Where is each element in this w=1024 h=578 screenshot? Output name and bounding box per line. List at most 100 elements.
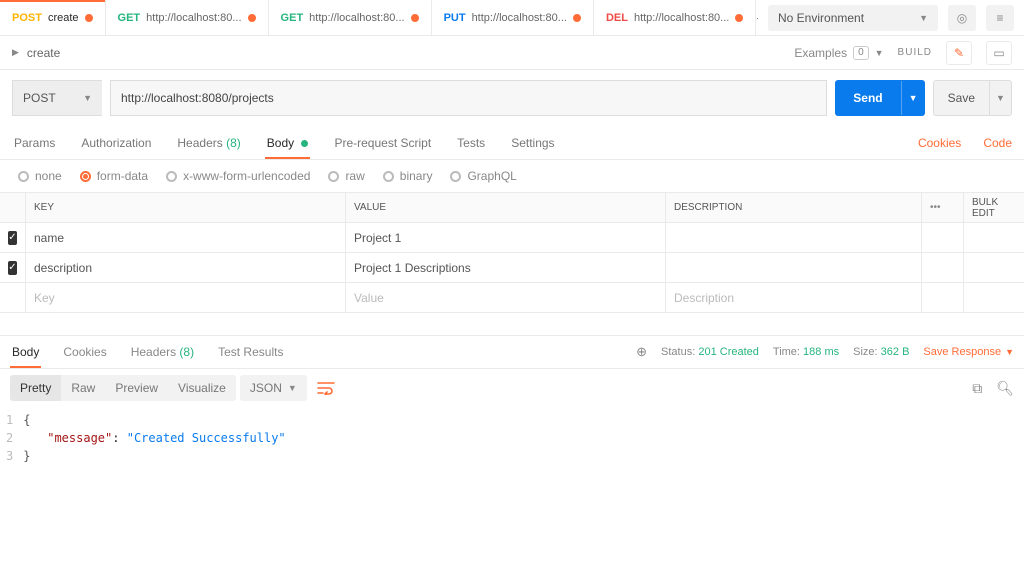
copy-button[interactable]: ⧉ [972,380,982,397]
radio-icon [80,171,91,182]
tab-get-2[interactable]: GET http://localhost:80... [269,0,432,35]
table-options-button[interactable]: ••• [922,193,964,222]
unsaved-dot-icon [573,14,581,22]
resp-tab-headers[interactable]: Headers (8) [129,345,196,359]
col-description: Description [666,193,922,222]
eye-icon: ◎ [957,11,967,25]
code-link[interactable]: Code [983,136,1012,150]
table-row: ✓ name Project 1 [0,223,1024,253]
body-type-raw[interactable]: raw [328,169,364,183]
tab-del[interactable]: DEL http://localhost:80... [594,0,756,35]
table-header: Key Value Description ••• Bulk Edit [0,193,1024,223]
method-label: POST [12,12,42,24]
tab-get-1[interactable]: GET http://localhost:80... [106,0,269,35]
examples-count: 0 [853,46,869,60]
resp-tab-tests[interactable]: Test Results [216,345,285,359]
bulk-edit-link[interactable]: Bulk Edit [964,193,1024,222]
save-button[interactable]: Save ▼ [933,80,1012,116]
request-subtabs: Params Authorization Headers (8) Body Pr… [0,126,1024,160]
subtab-headers[interactable]: Headers (8) [175,136,242,150]
cookies-link[interactable]: Cookies [918,136,961,150]
save-dropdown[interactable]: ▼ [989,81,1011,115]
request-tabs: POST create GET http://localhost:80... G… [0,0,758,35]
body-type-none[interactable]: none [18,169,62,183]
request-actions: Examples 0 ▼ BUILD ✎ ▭ [794,41,1012,65]
cell-value[interactable]: Project 1 Descriptions [346,253,666,282]
examples-button[interactable]: Examples 0 ▼ [794,46,883,60]
wrap-lines-button[interactable] [311,374,341,402]
row-checkbox[interactable]: ✓ [0,223,26,252]
body-type-selector: none form-data x-www-form-urlencoded raw… [0,160,1024,192]
headers-count: (8) [226,136,241,150]
url-bar: POST ▼ http://localhost:8080/projects Se… [0,70,1024,126]
unsaved-dot-icon [248,14,256,22]
tab-create[interactable]: POST create [0,0,106,35]
radio-icon [166,171,177,182]
cell-key[interactable]: description [26,253,346,282]
globe-icon[interactable]: ⊕ [636,344,647,360]
chevron-down-icon: ▼ [875,48,884,58]
sliders-icon: ≡ [996,11,1003,25]
breadcrumb-row: ▶ create Examples 0 ▼ BUILD ✎ ▭ [0,36,1024,70]
view-preview[interactable]: Preview [105,375,168,401]
env-quicklook-button[interactable]: ◎ [948,5,976,31]
subtab-body[interactable]: Body [265,136,311,150]
view-pretty[interactable]: Pretty [10,375,61,401]
cell-key-new[interactable]: Key [26,283,346,312]
cell-desc[interactable] [666,253,922,282]
subtab-prerequest[interactable]: Pre-request Script [332,136,433,150]
subtab-params[interactable]: Params [12,136,57,150]
search-button[interactable]: 🔍︎ [996,380,1014,397]
copy-icon: ⧉ [972,380,982,396]
resp-tab-body[interactable]: Body [10,345,41,359]
col-key: Key [26,193,346,222]
body-type-binary[interactable]: binary [383,169,433,183]
resp-headers-count: (8) [179,345,194,359]
comment-icon: ▭ [993,46,1004,60]
line-gutter: 123 [6,411,23,465]
method-select[interactable]: POST ▼ [12,80,102,116]
body-type-xwww[interactable]: x-www-form-urlencoded [166,169,310,183]
format-select[interactable]: JSON ▼ [240,375,307,401]
radio-icon [383,171,394,182]
table-row: ✓ description Project 1 Descriptions [0,253,1024,283]
subtab-tests[interactable]: Tests [455,136,487,150]
resp-tab-cookies[interactable]: Cookies [61,345,108,359]
cell-value-new[interactable]: Value [346,283,666,312]
settings-button[interactable]: ≡ [986,5,1014,31]
send-dropdown[interactable]: ▼ [901,81,925,115]
view-visualize[interactable]: Visualize [168,375,236,401]
chevron-down-icon: ▼ [909,93,918,103]
response-meta: ⊕ Status: 201 Created Time: 188 ms Size:… [636,344,1014,360]
body-type-formdata[interactable]: form-data [80,169,148,183]
url-input[interactable]: http://localhost:8080/projects [110,80,827,116]
save-response-button[interactable]: Save Response▼ [923,346,1014,358]
search-icon: 🔍︎ [996,380,1014,396]
radio-icon [450,171,461,182]
body-type-graphql[interactable]: GraphQL [450,169,516,183]
tab-label: http://localhost:80... [309,12,404,24]
environment-select[interactable]: No Environment ▼ [768,5,938,31]
status-value: 201 Created [698,346,759,358]
chevron-down-icon: ▼ [996,93,1005,103]
tab-label: create [48,12,79,24]
tab-put[interactable]: PUT http://localhost:80... [432,0,594,35]
radio-icon [18,171,29,182]
cell-desc[interactable] [666,223,922,252]
cell-value[interactable]: Project 1 [346,223,666,252]
view-raw[interactable]: Raw [61,375,105,401]
row-checkbox[interactable]: ✓ [0,253,26,282]
wrap-icon [317,381,335,395]
send-button[interactable]: Send ▼ [835,80,924,116]
cell-desc-new[interactable]: Description [666,283,922,312]
triangle-right-icon[interactable]: ▶ [12,47,19,58]
cell-key[interactable]: name [26,223,346,252]
body-dot-icon [301,140,308,147]
subtab-authorization[interactable]: Authorization [79,136,153,150]
build-label: BUILD [898,47,932,58]
pencil-icon: ✎ [954,46,964,60]
edit-button[interactable]: ✎ [946,41,972,65]
comment-button[interactable]: ▭ [986,41,1012,65]
subtab-settings[interactable]: Settings [509,136,556,150]
response-body[interactable]: 123 { "message": "Created Successfully" … [0,407,1024,465]
